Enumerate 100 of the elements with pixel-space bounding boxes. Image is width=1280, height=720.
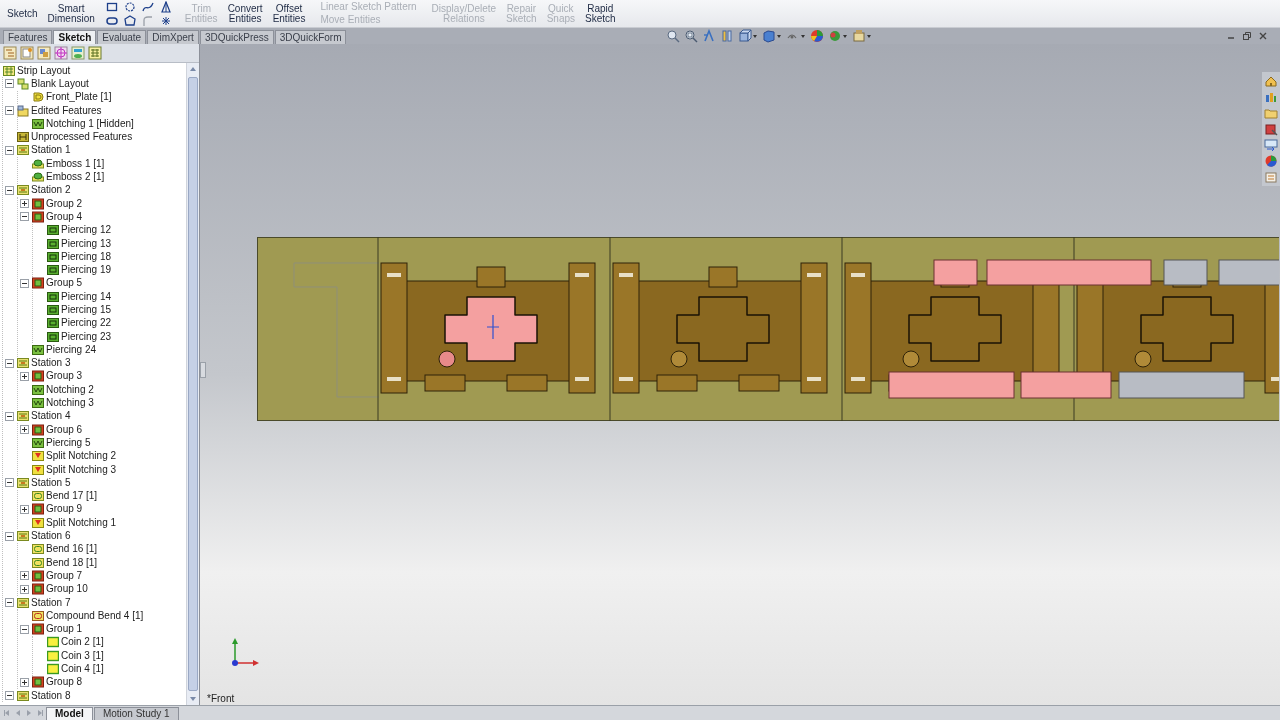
tree-item[interactable]: Piercing 13 — [61, 237, 112, 250]
restore-icon[interactable] — [1242, 31, 1252, 41]
library-icon[interactable] — [1264, 90, 1278, 104]
tree-item[interactable]: Group 7 — [46, 569, 83, 582]
tree-item[interactable]: Group 10 — [46, 583, 88, 596]
tab[interactable]: 3DQuickForm — [274, 30, 347, 44]
display-style-icon[interactable] — [762, 29, 783, 43]
polygon-tool-icon[interactable] — [123, 14, 136, 27]
rectangle-tool-icon[interactable] — [105, 0, 118, 13]
tree-item[interactable]: Front_Plate [1] — [46, 91, 112, 104]
tree-item[interactable]: Group 6 — [46, 423, 83, 436]
color-wheel-icon[interactable] — [1264, 154, 1278, 168]
view-palette-icon[interactable] — [1264, 138, 1278, 152]
tree-item[interactable]: Piercing 12 — [61, 224, 112, 237]
close-icon[interactable] — [1258, 31, 1268, 41]
tab[interactable]: Sketch — [53, 30, 97, 44]
collapse-toggle[interactable] — [4, 185, 14, 195]
tab[interactable]: Features — [3, 30, 53, 44]
tree-item[interactable]: Piercing 14 — [61, 290, 112, 303]
expand-toggle[interactable] — [19, 571, 29, 581]
toolbar-button[interactable]: Smart Dimension — [44, 2, 98, 25]
tree-item[interactable]: Piercing 15 — [61, 304, 112, 316]
tree-item[interactable]: Split Notching 1 — [46, 516, 117, 529]
tree-item[interactable]: Coin 3 [1] — [61, 649, 104, 662]
tree-item[interactable]: Unprocessed Features — [31, 131, 133, 144]
circle-tool-icon[interactable] — [123, 0, 136, 13]
tree-item[interactable]: Blank Layout — [31, 77, 89, 90]
panel-splitter-handle[interactable] — [200, 362, 206, 378]
tree-item[interactable]: Split Notching 3 — [46, 463, 117, 476]
tree-item[interactable]: Piercing 22 — [61, 317, 112, 330]
collapse-toggle[interactable] — [4, 106, 14, 116]
tree-item[interactable]: Bend 16 [1] — [46, 543, 98, 556]
tree-item[interactable]: Split Notching 2 — [46, 450, 117, 463]
tree-item[interactable]: Station 5 — [31, 476, 71, 489]
zoom-to-fit-icon[interactable] — [666, 29, 681, 43]
collapse-toggle[interactable] — [19, 624, 29, 634]
tab[interactable]: Model — [46, 707, 93, 720]
tree-item[interactable]: Coin 4 [1] — [61, 663, 104, 675]
tree-item[interactable]: Edited Features — [31, 104, 102, 117]
tree-item[interactable]: Coin 2 [1] — [61, 636, 104, 649]
tree-item[interactable]: Compound Bend 4 [1] — [46, 609, 144, 622]
collapse-toggle[interactable] — [19, 212, 29, 222]
collapse-toggle[interactable] — [4, 598, 14, 607]
point-tool-icon[interactable] — [159, 14, 172, 27]
tree-item[interactable]: Station 1 — [31, 144, 71, 157]
tree-item[interactable]: Group 9 — [46, 503, 83, 516]
view-settings-icon[interactable] — [852, 29, 873, 43]
house-icon[interactable] — [1264, 74, 1278, 88]
tree-item[interactable]: Group 1 — [46, 623, 83, 636]
display-manager-icon[interactable] — [71, 46, 85, 60]
toolbar-button[interactable]: Convert Entities — [224, 2, 266, 25]
tree-item[interactable]: Group 2 — [46, 197, 83, 210]
toolbar-button[interactable]: Rapid Sketch — [582, 2, 619, 25]
zoom-area-icon[interactable] — [684, 29, 699, 43]
collapse-toggle[interactable] — [4, 691, 14, 701]
tree-item[interactable]: Station 2 — [31, 184, 71, 197]
strip-layout-icon[interactable] — [88, 46, 102, 60]
collapse-toggle[interactable] — [4, 79, 14, 89]
tree-item[interactable]: Notching 2 — [46, 383, 94, 396]
expand-toggle[interactable] — [19, 504, 29, 514]
tree-item[interactable]: Station 8 — [31, 689, 71, 702]
tree-item[interactable]: Group 4 — [46, 210, 83, 223]
tree-item[interactable]: Bend 18 [1] — [46, 556, 98, 569]
expand-toggle[interactable] — [19, 371, 29, 381]
view-orientation-icon[interactable] — [738, 29, 759, 43]
configuration-icon[interactable] — [37, 46, 51, 60]
tree-item[interactable]: Piercing 18 — [61, 250, 112, 263]
appearance-icon[interactable] — [810, 29, 825, 43]
tree-item[interactable]: Notching 1 [Hidden] — [46, 117, 134, 130]
collapse-toggle[interactable] — [4, 358, 14, 368]
tree-item[interactable]: Group 8 — [46, 676, 83, 689]
spline-tool-icon[interactable] — [141, 0, 154, 13]
section-view-icon[interactable] — [720, 29, 735, 43]
tree-item[interactable]: Notching 3 — [46, 397, 94, 410]
expand-toggle[interactable] — [19, 677, 29, 687]
collapse-toggle[interactable] — [4, 531, 14, 541]
tree-item[interactable]: Station 7 — [31, 596, 71, 609]
expand-toggle[interactable] — [19, 584, 29, 594]
tree-item[interactable]: Piercing 19 — [61, 264, 112, 277]
custom-properties-icon[interactable] — [1264, 170, 1278, 184]
tree-item[interactable]: Bend 17 [1] — [46, 490, 98, 503]
tree-item[interactable]: Strip Layout — [17, 64, 71, 77]
tree-item[interactable]: Piercing 24 — [46, 343, 97, 356]
tab[interactable]: Motion Study 1 — [93, 707, 179, 720]
expand-toggle[interactable] — [19, 425, 29, 435]
tree-item[interactable]: Group 5 — [46, 277, 83, 290]
tree-item[interactable]: Station 3 — [31, 357, 71, 370]
expand-toggle[interactable] — [19, 199, 29, 209]
toolbar-button[interactable]: Offset Entities — [269, 2, 309, 25]
tab[interactable]: Evaluate — [97, 30, 147, 44]
tree-item[interactable]: Piercing 5 — [46, 436, 91, 449]
collapse-toggle[interactable] — [4, 478, 14, 488]
tree-item[interactable]: Group 3 — [46, 370, 83, 383]
tree-item[interactable]: Emboss 2 [1] — [46, 171, 105, 183]
slot-tool-icon[interactable] — [105, 14, 118, 27]
scene-icon[interactable] — [828, 29, 849, 43]
tree-item[interactable]: Station 6 — [31, 530, 71, 543]
scrollbar[interactable] — [186, 63, 199, 705]
collapse-toggle[interactable] — [19, 278, 29, 288]
collapse-toggle[interactable] — [4, 411, 14, 421]
